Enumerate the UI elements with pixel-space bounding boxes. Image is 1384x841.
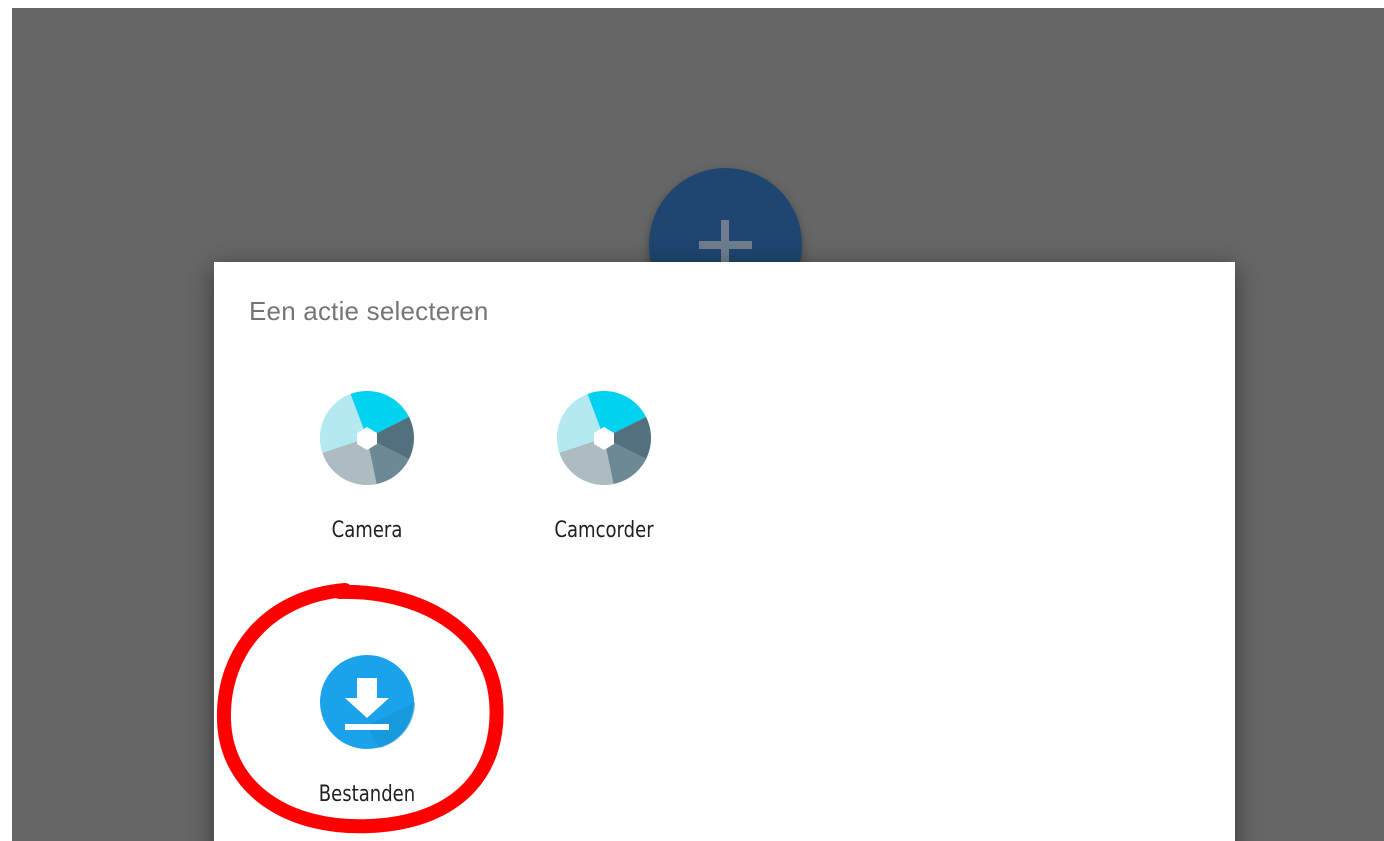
app-screen: Een actie selecteren Camera Camcorder Be… bbox=[12, 8, 1384, 841]
camera-aperture-icon bbox=[557, 391, 651, 485]
download-icon bbox=[320, 655, 415, 749]
camera-aperture-icon bbox=[320, 391, 414, 485]
app-label-camera: Camera bbox=[331, 518, 403, 543]
app-option-camera[interactable]: Camera bbox=[287, 390, 447, 550]
app-option-camcorder[interactable]: Camcorder bbox=[524, 390, 684, 550]
app-option-files[interactable]: Bestanden bbox=[287, 654, 447, 814]
dialog-title: Een actie selecteren bbox=[249, 296, 489, 326]
action-chooser-dialog: Een actie selecteren Camera Camcorder Be… bbox=[214, 262, 1235, 841]
app-label-camcorder: Camcorder bbox=[554, 518, 654, 543]
app-label-files: Bestanden bbox=[318, 782, 416, 807]
